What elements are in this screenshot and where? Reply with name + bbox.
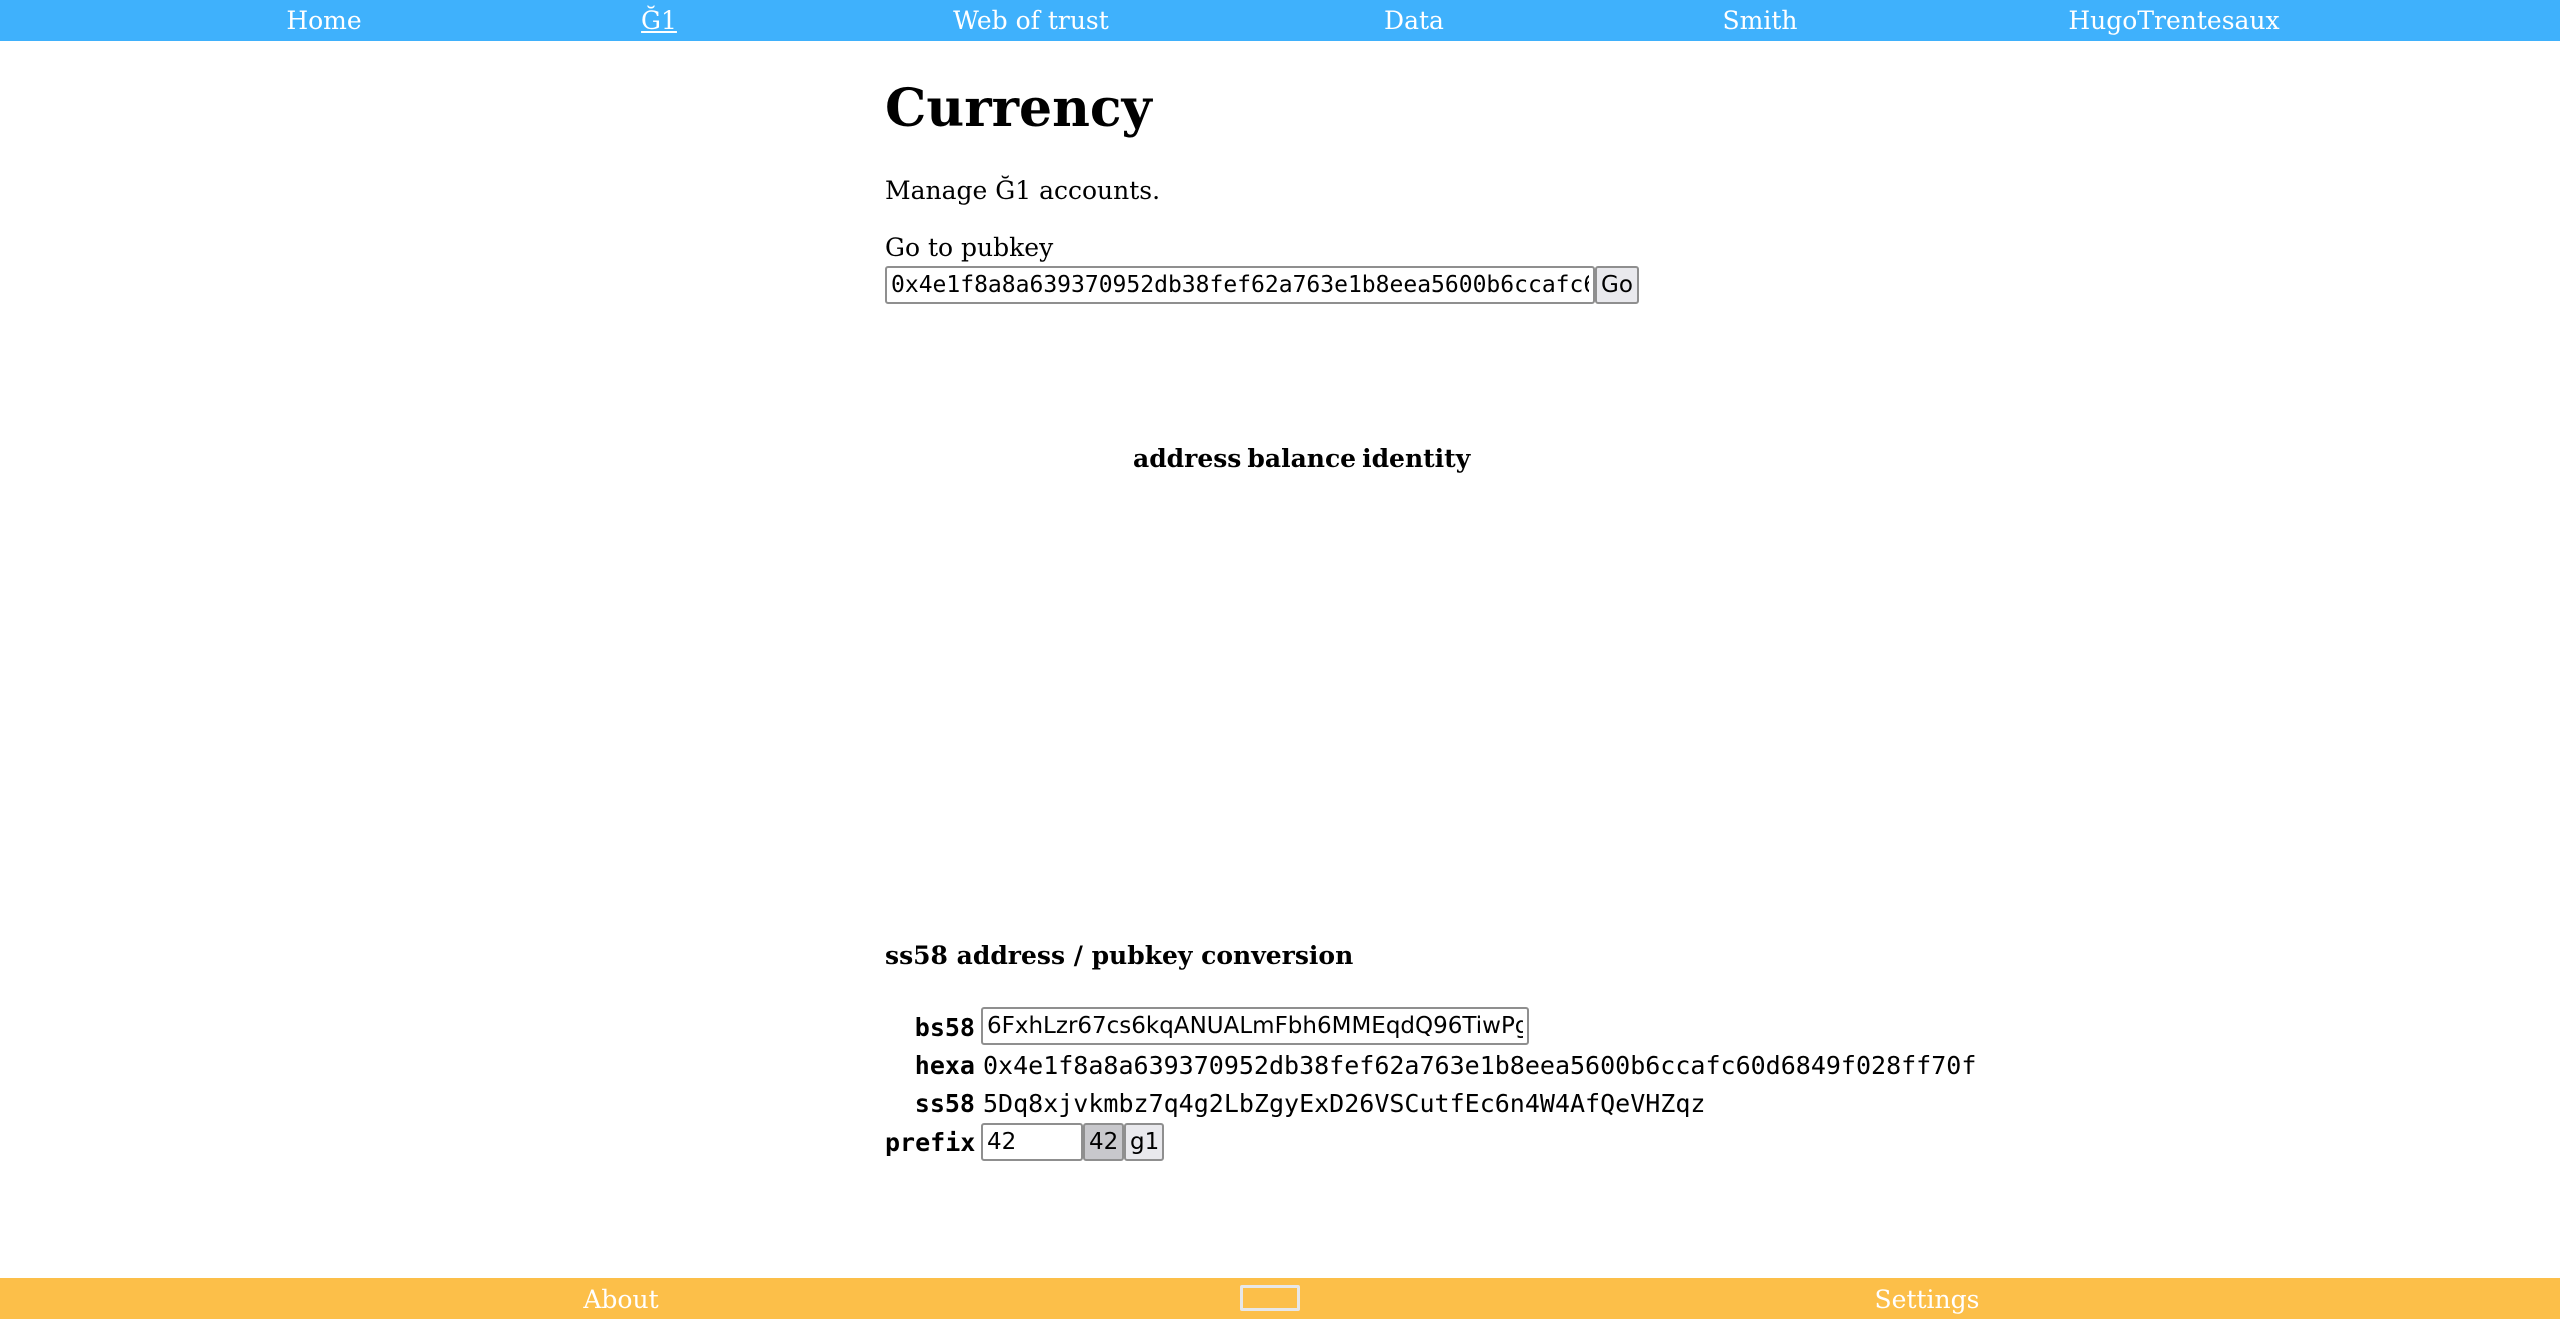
prefix-label: prefix xyxy=(885,1128,976,1157)
nav-smith-link[interactable]: Smith xyxy=(1723,0,1798,41)
prefix-42-button[interactable]: 42 xyxy=(1083,1123,1124,1161)
page-title: Currency xyxy=(885,78,1152,139)
column-header-balance: balance xyxy=(1247,444,1357,473)
theme-toggle-button[interactable] xyxy=(1240,1285,1300,1311)
ss58-value: 5Dq8xjvkmbz7q4g2LbZgyExD26VSCutfEc6n4W4A… xyxy=(983,1089,1706,1118)
bs58-input[interactable] xyxy=(981,1007,1529,1045)
hexa-label: hexa xyxy=(914,1051,975,1080)
page-description: Manage Ğ1 accounts. xyxy=(885,176,1161,205)
top-navigation: Home Ğ1 Web of trust Data Smith HugoTren… xyxy=(0,0,2560,41)
prefix-g1-button[interactable]: g1 xyxy=(1124,1123,1164,1161)
ss58-label: ss58 xyxy=(914,1089,975,1118)
column-header-identity: identity xyxy=(1362,444,1471,473)
column-header-address: address xyxy=(1133,444,1242,473)
go-button[interactable]: Go xyxy=(1595,266,1639,304)
bs58-label: bs58 xyxy=(914,1013,975,1042)
nav-web-of-trust-link[interactable]: Web of trust xyxy=(953,0,1109,41)
conversion-section-title: ss58 address / pubkey conversion xyxy=(885,941,1354,970)
nav-g1-link[interactable]: Ğ1 xyxy=(641,0,677,41)
nav-data-link[interactable]: Data xyxy=(1384,0,1444,41)
accounts-table-header: address balance identity xyxy=(1133,444,1476,473)
nav-user-link[interactable]: HugoTrentesaux xyxy=(2068,0,2279,41)
footer-about-link[interactable]: About xyxy=(583,1278,658,1319)
hexa-value: 0x4e1f8a8a639370952db38fef62a763e1b8eea5… xyxy=(983,1051,1977,1080)
nav-home-link[interactable]: Home xyxy=(286,0,361,41)
prefix-input[interactable] xyxy=(981,1123,1083,1161)
goto-pubkey-label: Go to pubkey xyxy=(885,233,1054,262)
footer-settings-link[interactable]: Settings xyxy=(1875,1278,1980,1319)
bottom-navigation: About Settings xyxy=(0,1278,2560,1319)
pubkey-input[interactable] xyxy=(885,266,1595,304)
